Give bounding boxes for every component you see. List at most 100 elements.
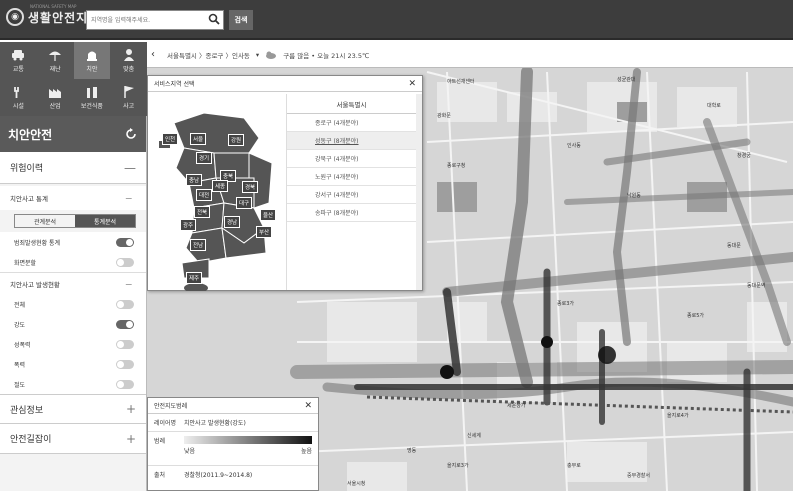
stats-subsection[interactable]: 치안사고 통계 — — [0, 186, 146, 210]
province-label[interactable]: 인천 — [162, 133, 179, 145]
source-label: 출처 — [154, 472, 166, 479]
map-label: 세운상가 — [507, 403, 526, 409]
province-label[interactable]: 전남 — [190, 239, 207, 251]
category-industry[interactable]: 산업 — [37, 79, 74, 116]
tab-stats[interactable]: 통계분석 — [75, 215, 135, 227]
province-label[interactable]: 광주 — [180, 219, 197, 231]
safe-route-section[interactable]: 안전길잡이 + — [0, 424, 146, 454]
expand-icon[interactable]: + — [126, 432, 136, 446]
toggle-switch[interactable] — [116, 257, 134, 267]
legend-gradient — [184, 436, 312, 444]
category-label: 산업 — [49, 103, 61, 110]
map-label: 명동 — [407, 448, 417, 454]
toggle-row: 강도 — [0, 314, 146, 334]
chevron-down-icon[interactable]: ▾ — [256, 51, 259, 59]
category-accident[interactable]: 사고 — [110, 79, 147, 116]
expand-icon[interactable]: + — [126, 402, 136, 416]
occurrence-subsection[interactable]: 치안사고 발생현황 — — [0, 272, 146, 294]
district-list: 서울특별시 종로구 (4개분야) 성동구 (8개분야) 강북구 (4개분야) 노… — [286, 94, 416, 290]
legend-source-row: 출처 경찰청(2011.9~2014.8) — [148, 466, 318, 483]
category-label: 시설 — [12, 103, 24, 110]
toggle-row: 절도 — [0, 374, 146, 394]
person-icon — [123, 49, 134, 61]
breadcrumb[interactable]: 서울특별시 〉종로구 〉인사동 — [167, 50, 250, 60]
tab-relation[interactable]: 관계분석 — [15, 215, 75, 227]
district-item[interactable]: 강서구 (4개분야) — [287, 186, 416, 204]
flag-icon — [123, 86, 134, 98]
logo-subtitle: NATIONAL SAFETY MAP — [30, 4, 77, 9]
province-label[interactable]: 제주 — [186, 272, 203, 284]
toggle-switch[interactable] — [116, 379, 134, 389]
district-item[interactable]: 성동구 (8개분야) — [287, 132, 416, 150]
close-icon[interactable]: ✕ — [304, 401, 312, 411]
legend-panel-title: 안전지도범례 — [154, 403, 188, 410]
province-label[interactable]: 세종 — [212, 180, 229, 192]
toggle-label: 전체 — [14, 301, 26, 309]
province-label[interactable]: 대구 — [236, 197, 253, 209]
collapse-icon[interactable]: — — [124, 161, 136, 175]
korea-map[interactable] — [154, 93, 284, 291]
search-input[interactable] — [87, 11, 197, 29]
toggle-switch[interactable] — [116, 339, 134, 349]
layer-label: 레이어명 — [154, 420, 177, 427]
range-label: 범례 — [154, 438, 166, 445]
map-label: 종로5가 — [687, 313, 704, 319]
province-label[interactable]: 경기 — [196, 152, 213, 164]
region-select-panel: 서비스지역 선택 ✕ 인천 서울 강원 경기 충북 충남 대전 세종 경북 대구… — [147, 75, 423, 291]
map-label: 신세계 — [467, 433, 481, 439]
toggle-switch[interactable] — [116, 319, 134, 329]
search-button[interactable]: 검색 — [229, 10, 253, 30]
factory-icon — [49, 89, 62, 98]
top-bar: ◉ NATIONAL SAFETY MAP 생활안전지도 검색 — [0, 0, 793, 40]
toggle-label: 폭력 — [14, 361, 26, 369]
search-icon[interactable] — [208, 13, 220, 25]
category-label: 사고 — [123, 103, 135, 110]
risk-history-title: 위험이력 — [10, 164, 44, 174]
toggle-switch[interactable] — [116, 237, 134, 247]
district-item[interactable]: 강북구 (4개분야) — [287, 150, 416, 168]
scrollbar[interactable] — [416, 94, 422, 290]
safe-route-title: 안전길잡이 — [10, 435, 52, 445]
category-traffic[interactable]: 교통 — [0, 42, 37, 79]
map-label: 동대문역 — [747, 283, 766, 289]
category-security[interactable]: 치안 — [73, 42, 111, 79]
region-panel-title: 서비스지역 선택 — [154, 81, 195, 88]
map-label: 충무로 — [567, 463, 581, 469]
category-label: 맞춤 — [123, 66, 135, 73]
interest-section[interactable]: 관심정보 + — [0, 394, 146, 424]
refresh-icon[interactable] — [124, 127, 138, 141]
region-panel-header: 서비스지역 선택 ✕ — [148, 76, 422, 92]
risk-history-section[interactable]: 위험이력 — — [0, 152, 146, 184]
province-label[interactable]: 부산 — [256, 226, 273, 238]
province-label[interactable]: 울산 — [260, 209, 277, 221]
category-label: 치안 — [86, 66, 98, 73]
province-label[interactable]: 충남 — [186, 174, 203, 186]
map-area[interactable]: 아트선재센터 성균관대 대학로 종로구청 동대문 신세계 을지로4가 세운상가 … — [147, 42, 793, 491]
district-item[interactable]: 노원구 (4개분야) — [287, 168, 416, 186]
province-label[interactable]: 강원 — [228, 134, 245, 146]
province-label[interactable]: 경북 — [242, 181, 259, 193]
province-label[interactable]: 서울 — [190, 133, 207, 145]
map-label: 아트선재센터 — [447, 79, 475, 85]
close-icon[interactable]: ✕ — [408, 79, 416, 89]
category-facility[interactable]: 시설 — [0, 79, 37, 116]
district-item[interactable]: 종로구 (4개분야) — [287, 114, 416, 132]
district-item[interactable]: 송파구 (8개분야) — [287, 204, 416, 222]
legend-panel: 안전지도범례 ✕ 레이어명 치안사고 발생현황(강도) 범례 낮음 높음 출처 … — [147, 397, 319, 491]
collapse-sidebar-icon[interactable]: ‹ — [151, 49, 155, 60]
category-custom[interactable]: 맞춤 — [110, 42, 147, 79]
category-grid: 교통 재난 치안 맞춤 시설 산업 보건식품 사고 — [0, 42, 147, 116]
search-box — [86, 10, 224, 30]
collapse-icon[interactable]: — — [126, 280, 133, 288]
province-label[interactable]: 전북 — [194, 206, 211, 218]
interest-title: 관심정보 — [10, 405, 44, 416]
category-disaster[interactable]: 재난 — [37, 42, 74, 79]
police-icon — [86, 51, 97, 61]
toggle-switch[interactable] — [116, 359, 134, 369]
toggle-switch[interactable] — [116, 299, 134, 309]
province-label[interactable]: 경남 — [224, 216, 241, 228]
toggle-label: 강도 — [14, 321, 26, 329]
province-label[interactable]: 대전 — [196, 189, 213, 201]
category-health-food[interactable]: 보건식품 — [74, 79, 111, 116]
collapse-icon[interactable]: — — [126, 194, 133, 202]
